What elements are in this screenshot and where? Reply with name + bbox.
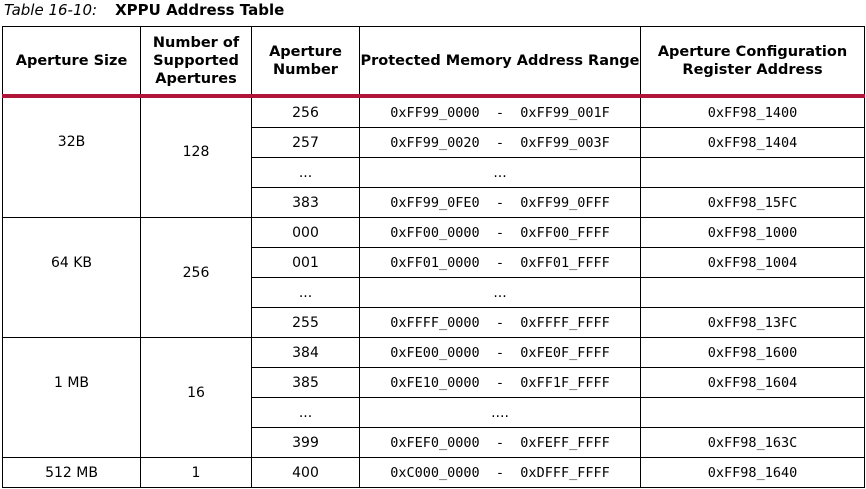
aperture-number-cell: 255 [251,307,360,338]
address-range-cell: 0xFE00_0000 - 0xFE0F_FFFF [359,337,641,368]
address-range-cell: 0xFF01_0000 - 0xFF01_FFFF [359,247,641,278]
header-config-register: Aperture Configuration Register Address [640,26,865,98]
aperture-number-cell: 400 [251,457,360,488]
register-address-cell: 0xFF98_15FC [640,187,865,218]
header-number-supported: Number of Supported Apertures [140,26,252,98]
aperture-number-cell: 384 [251,337,360,368]
register-address-cell: 0xFF98_1000 [640,217,865,248]
supported-count-cell: 1 [140,457,252,488]
register-address-cell: 0xFF98_1404 [640,127,865,158]
aperture-number-cell: 256 [251,95,360,128]
address-range-cell: 0xFEF0_0000 - 0xFEFF_FFFF [359,427,641,458]
aperture-number-cell: 385 [251,367,360,398]
address-range-cell: 0xC000_0000 - 0xDFFF_FFFF [359,457,641,488]
table-row: 1 MB 16 384 0xFE00_0000 - 0xFE0F_FFFF 0x… [2,337,865,458]
aperture-size-cell: 512 MB [2,457,141,488]
register-address-cell: 0xFF98_13FC [640,307,865,338]
aperture-number-cell: 399 [251,427,360,458]
supported-count-cell: 16 [140,337,252,458]
register-address-cell: 0xFF98_1604 [640,367,865,398]
supported-count-cell: 256 [140,217,252,338]
table-row: 32B 128 256 0xFF99_0000 - 0xFF99_001F 0x… [2,95,865,218]
header-aperture-number: Aperture Number [251,26,360,98]
aperture-number-cell: 383 [251,187,360,218]
header-aperture-size: Aperture Size [2,26,141,98]
address-range-cell: ... [359,277,641,308]
address-range-cell: 0xFF99_0FE0 - 0xFF99_0FFF [359,187,641,218]
table-caption: Table 16-10: XPPU Address Table [4,1,284,23]
address-range-cell: .... [359,397,641,428]
address-range-cell: 0xFF00_0000 - 0xFF00_FFFF [359,217,641,248]
aperture-number-cell: ... [251,397,360,428]
aperture-size-cell: 64 KB [2,217,141,338]
table-number: Table 16-10: [4,1,98,19]
register-address-cell [640,277,865,308]
address-range-cell: 0xFF99_0020 - 0xFF99_003F [359,127,641,158]
aperture-number-cell: ... [251,277,360,308]
aperture-size-cell: 1 MB [2,337,141,458]
register-address-cell [640,397,865,428]
xppu-address-table: Aperture Size Number of Supported Apertu… [2,26,865,488]
address-range-cell: 0xFFFF_0000 - 0xFFFF_FFFF [359,307,641,338]
address-range-cell: 0xFF99_0000 - 0xFF99_001F [359,95,641,128]
header-row: Aperture Size Number of Supported Apertu… [2,26,865,98]
address-range-cell: ... [359,157,641,188]
header-protected-range: Protected Memory Address Range [359,26,641,98]
table-row: 512 MB 1 400 0xC000_0000 - 0xDFFF_FFFF 0… [2,457,865,488]
register-address-cell: 0xFF98_1640 [640,457,865,488]
register-address-cell [640,157,865,188]
register-address-cell: 0xFF98_163C [640,427,865,458]
register-address-cell: 0xFF98_1400 [640,95,865,128]
aperture-number-cell: 257 [251,127,360,158]
register-address-cell: 0xFF98_1004 [640,247,865,278]
supported-count-cell: 128 [140,95,252,218]
table-title: XPPU Address Table [115,1,285,19]
aperture-number-cell: 000 [251,217,360,248]
table-row: 64 KB 256 000 0xFF00_0000 - 0xFF00_FFFF … [2,217,865,338]
register-address-cell: 0xFF98_1600 [640,337,865,368]
aperture-size-cell: 32B [2,95,141,218]
aperture-number-cell: ... [251,157,360,188]
aperture-number-cell: 001 [251,247,360,278]
address-range-cell: 0xFE10_0000 - 0xFF1F_FFFF [359,367,641,398]
